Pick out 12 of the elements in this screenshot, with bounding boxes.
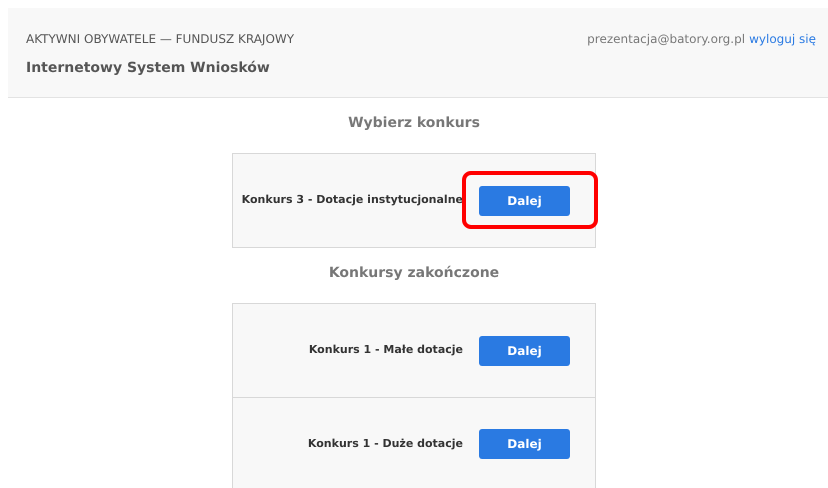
next-button[interactable]: Dalej (479, 429, 570, 459)
next-button[interactable]: Dalej (479, 186, 570, 216)
organization-name: AKTYWNI OBYWATELE — FUNDUSZ KRAJOWY (26, 31, 294, 48)
next-button[interactable]: Dalej (479, 336, 570, 366)
section-title: Konkursy zakończone (328, 264, 500, 282)
system-title: Internetowy System Wniosków (26, 59, 271, 78)
contest-name: Konkurs 1 - Duże dotacje (308, 436, 463, 452)
section-title: Wybierz konkurs (348, 114, 480, 132)
user-email: prezentacja@batory.org.pl (587, 31, 746, 46)
contest-name: Konkurs 1 - Małe dotacje (308, 342, 463, 358)
contest-name: Konkurs 3 - Dotacje instytucjonalne (242, 192, 463, 208)
logout-link[interactable]: wyloguj się (749, 30, 816, 46)
